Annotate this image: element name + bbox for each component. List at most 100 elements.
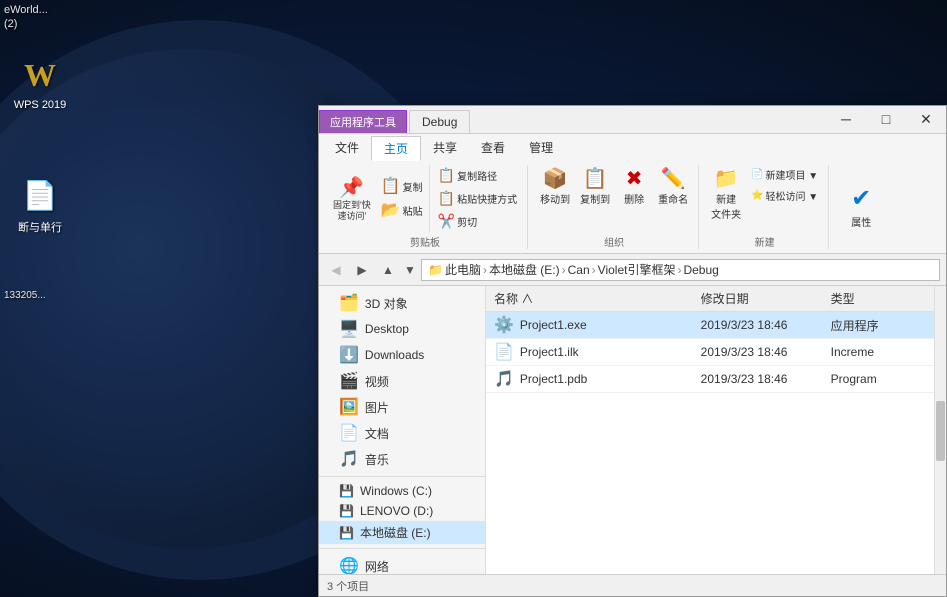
move-to-button[interactable]: 📦 移动到	[536, 165, 574, 208]
main-area: 🗂️ 3D 对象 🖥️ Desktop ⬇️ Downloads 🎬 视频 🖼️…	[319, 286, 946, 574]
tab-debug[interactable]: Debug	[409, 110, 470, 133]
ribbon-tab-file[interactable]: 文件	[323, 136, 371, 161]
easy-access-button[interactable]: ⭐ 轻松访问 ▼	[747, 186, 822, 205]
delete-button[interactable]: ✖ 删除	[616, 165, 652, 208]
file-name-pdb: 🎵 Project1.pdb	[486, 369, 693, 389]
path-item-violet[interactable]: Violet引擎框架	[598, 261, 676, 278]
exe-icon: ⚙️	[494, 315, 514, 335]
sidebar-item-pictures[interactable]: 🖼️ 图片	[319, 394, 485, 420]
new-folder-button[interactable]: 📁 新建文件夹	[707, 165, 745, 223]
address-bar: ◀ ▶ ▲ ▼ 📁 此电脑 › 本地磁盘 (E:) › Can › Violet…	[319, 254, 946, 286]
scrollbar-track[interactable]	[934, 286, 946, 574]
copy-path-button[interactable]: 📋 复制路径	[434, 165, 521, 186]
delete-icon: ✖	[626, 167, 643, 191]
file-type-pdb: Program	[823, 372, 934, 386]
col-header-date[interactable]: 修改日期	[693, 288, 823, 309]
documents-icon: 📄	[339, 423, 359, 443]
up-button[interactable]: ▲	[377, 259, 399, 281]
sidebar-label-videos: 视频	[365, 373, 389, 390]
sidebar-item-documents[interactable]: 📄 文档	[319, 420, 485, 446]
ribbon-tab-view[interactable]: 查看	[469, 136, 517, 161]
close-button[interactable]: ✕	[906, 105, 946, 133]
desktop-icon-file[interactable]: 📄 断与单行	[5, 175, 75, 235]
path-item-can[interactable]: Can	[568, 263, 590, 277]
ribbon-tab-manage[interactable]: 管理	[517, 136, 565, 161]
title-tab-bar: 应用程序工具 Debug ─ □ ✕	[319, 106, 946, 134]
sidebar-item-downloads[interactable]: ⬇️ Downloads	[319, 342, 485, 368]
organize-buttons: 📦 移动到 📋 复制到 ✖ 删除 ✏️ 重命名	[536, 165, 692, 208]
col-header-type[interactable]: 类型	[823, 288, 934, 309]
sidebar-item-windows-c[interactable]: 💾 Windows (C:)	[319, 481, 485, 501]
sidebar-item-local-e[interactable]: 💾 本地磁盘 (E:)	[319, 521, 485, 544]
cut-label: 剪切	[457, 214, 477, 229]
pin-label: 固定到'快速访问'	[333, 200, 371, 222]
pin-icon: 📌	[339, 176, 364, 200]
ribbon-group-properties: ✔ 属性	[831, 165, 891, 249]
scrollbar-thumb[interactable]	[936, 401, 945, 461]
sidebar-item-desktop[interactable]: 🖥️ Desktop	[319, 316, 485, 342]
network-icon: 🌐	[339, 556, 359, 574]
sidebar-item-lenovo-d[interactable]: 💾 LENOVO (D:)	[319, 501, 485, 521]
new-buttons: 📁 新建文件夹 📄 新建项目 ▼ ⭐ 轻松访问 ▼	[707, 165, 822, 223]
path-item-debug[interactable]: Debug	[683, 263, 718, 277]
file-name-ilk: 📄 Project1.ilk	[486, 342, 693, 362]
organize-group-label: 组织	[604, 232, 624, 249]
taskbar-label-1: eWorld...	[4, 4, 48, 16]
path-item-pc[interactable]: 此电脑	[445, 261, 481, 278]
file-type-exe: 应用程序	[823, 317, 934, 334]
cut-icon: ✂️	[438, 213, 455, 230]
col-header-name[interactable]: 名称 ∧	[486, 288, 693, 309]
sidebar-item-music[interactable]: 🎵 音乐	[319, 446, 485, 472]
paste-shortcut-button[interactable]: 📋 粘贴快捷方式	[434, 188, 521, 209]
local-e-icon: 💾	[339, 526, 354, 540]
desktop-icon-wps[interactable]: W WPS 2019	[5, 55, 75, 111]
forward-button[interactable]: ▶	[351, 259, 373, 281]
new-item-button[interactable]: 📄 新建项目 ▼	[747, 165, 822, 184]
move-to-label: 移动到	[540, 191, 570, 206]
path-item-e[interactable]: 本地磁盘 (E:)	[489, 261, 560, 278]
copy-button[interactable]: 📋 复制	[377, 175, 427, 198]
delete-label: 删除	[624, 191, 644, 206]
file-row-ilk[interactable]: 📄 Project1.ilk 2019/3/23 18:46 Increme	[486, 339, 934, 366]
file-row-pdb[interactable]: 🎵 Project1.pdb 2019/3/23 18:46 Program	[486, 366, 934, 393]
explorer-window: 应用程序工具 Debug ─ □ ✕ 文件 主页 共享 查看 管理 📌 固定到'…	[318, 105, 947, 597]
tab-tools[interactable]: 应用程序工具	[319, 110, 407, 133]
sidebar-label-pictures: 图片	[365, 399, 389, 416]
file-icon: 📄	[20, 175, 60, 215]
sidebar-label-network: 网络	[365, 558, 389, 575]
pin-button[interactable]: 📌 固定到'快速访问'	[329, 174, 375, 224]
rename-button[interactable]: ✏️ 重命名	[654, 165, 692, 208]
sidebar-label-downloads: Downloads	[365, 348, 424, 362]
ribbon-group-clipboard: 📌 固定到'快速访问' 📋 复制 📂 粘贴	[323, 165, 528, 249]
recent-button[interactable]: ▼	[403, 259, 417, 281]
sidebar-divider-2	[319, 548, 485, 549]
copy-path-label: 复制路径	[457, 168, 497, 183]
ribbon-content: 📌 固定到'快速访问' 📋 复制 📂 粘贴	[323, 163, 942, 251]
copy-to-icon: 📋	[583, 167, 608, 191]
pictures-icon: 🖼️	[339, 397, 359, 417]
maximize-button[interactable]: □	[866, 105, 906, 133]
file-date-ilk: 2019/3/23 18:46	[693, 345, 823, 359]
paste-shortcut-label: 粘贴快捷方式	[457, 191, 517, 206]
properties-button[interactable]: ✔ 属性	[843, 183, 879, 231]
copy-to-button[interactable]: 📋 复制到	[576, 165, 614, 208]
properties-icon: ✔	[851, 185, 871, 214]
copy-label: 复制	[403, 179, 423, 194]
paste-button[interactable]: 📂 粘贴	[377, 199, 427, 222]
sidebar-item-network[interactable]: 🌐 网络	[319, 553, 485, 574]
ribbon-tabs: 文件 主页 共享 查看 管理	[323, 136, 942, 161]
sidebar-label-3d: 3D 对象	[365, 295, 408, 312]
cut-button[interactable]: ✂️ 剪切	[434, 211, 521, 232]
sidebar-item-videos[interactable]: 🎬 视频	[319, 368, 485, 394]
file-row-exe[interactable]: ⚙️ Project1.exe 2019/3/23 18:46 应用程序	[486, 312, 934, 339]
minimize-button[interactable]: ─	[826, 105, 866, 133]
ribbon-tab-home[interactable]: 主页	[371, 136, 421, 161]
ribbon-tab-share[interactable]: 共享	[421, 136, 469, 161]
new-folder-icon: 📁	[714, 167, 739, 191]
sidebar-label-windows-c: Windows (C:)	[360, 484, 432, 498]
sidebar-item-3d[interactable]: 🗂️ 3D 对象	[319, 290, 485, 316]
back-button[interactable]: ◀	[325, 259, 347, 281]
address-path[interactable]: 📁 此电脑 › 本地磁盘 (E:) › Can › Violet引擎框架 › D…	[421, 259, 940, 281]
sidebar-label-lenovo-d: LENOVO (D:)	[360, 504, 433, 518]
copy-icon: 📋	[381, 177, 401, 196]
